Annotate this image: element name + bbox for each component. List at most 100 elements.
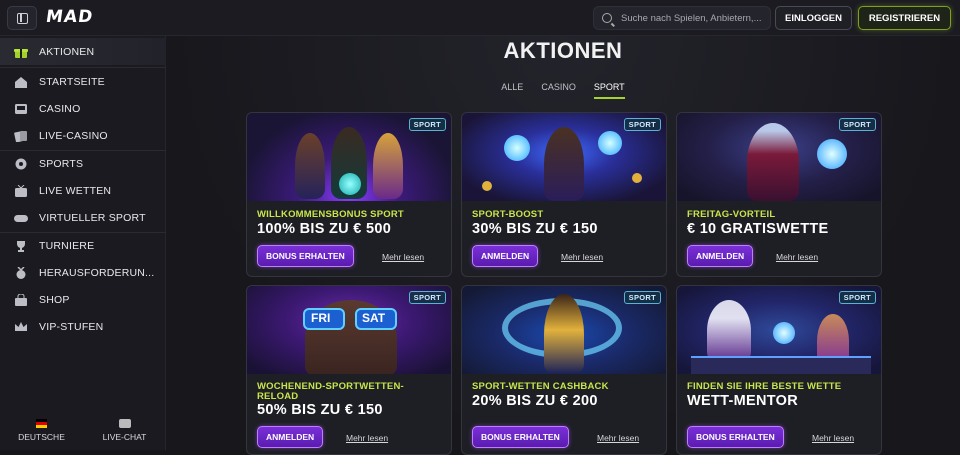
site-logo[interactable]: MAD bbox=[45, 7, 95, 27]
promo-headline: WETT-MENTOR bbox=[687, 393, 798, 409]
promo-category: WOCHENEND-SPORTWETTEN-RELOAD bbox=[257, 381, 404, 402]
promo-image: SPORT bbox=[677, 286, 881, 374]
search-box[interactable] bbox=[593, 6, 771, 30]
filter-tabs: ALLE CASINO SPORT bbox=[166, 82, 960, 99]
search-icon bbox=[602, 13, 612, 23]
sidebar-item-label: AKTIONEN bbox=[39, 45, 95, 58]
german-flag-icon bbox=[36, 418, 47, 428]
sidebar-item-live-casino[interactable]: LIVE-CASINO bbox=[0, 122, 166, 149]
main-content: AKTIONEN ALLE CASINO SPORT SPORT WILLKOM… bbox=[166, 36, 960, 455]
sidebar-footer: DEUTSCHE LIVE-CHAT bbox=[0, 410, 166, 450]
read-more-link[interactable]: Mehr lesen bbox=[812, 433, 854, 443]
sign-up-button[interactable]: ANMELDEN bbox=[687, 245, 754, 267]
promo-category: SPORT-WETTEN CASHBACK bbox=[472, 381, 609, 392]
sidebar-item-shop[interactable]: SHOP bbox=[0, 286, 166, 313]
sidebar-item-label: VIRTUELLER SPORT bbox=[39, 211, 146, 224]
soccer-ball-icon bbox=[14, 158, 28, 170]
read-more-link[interactable]: Mehr lesen bbox=[346, 433, 388, 443]
sidebar-panel-icon bbox=[17, 13, 28, 24]
promo-headline: 50% BIS ZU € 150 bbox=[257, 402, 383, 418]
promo-headline: 20% BIS ZU € 200 bbox=[472, 393, 598, 409]
promo-category: WILLKOMMENSBONUS SPORT bbox=[257, 209, 404, 220]
language-selector[interactable]: DEUTSCHE bbox=[0, 410, 83, 450]
crown-icon bbox=[14, 321, 28, 333]
live-chat-label: LIVE-CHAT bbox=[102, 431, 147, 442]
claim-bonus-button[interactable]: BONUS ERHALTEN bbox=[687, 426, 784, 448]
sidebar-item-label: CASINO bbox=[39, 102, 81, 115]
sidebar-item-label: SPORTS bbox=[39, 157, 84, 170]
sidebar-item-label: LIVE WETTEN bbox=[39, 184, 112, 197]
slot-machine-icon bbox=[14, 103, 28, 115]
sign-up-button[interactable]: ANMELDEN bbox=[472, 245, 539, 267]
language-label: DEUTSCHE bbox=[18, 431, 65, 442]
sidebar-item-label: STARTSEITE bbox=[39, 75, 105, 88]
tab-alle[interactable]: ALLE bbox=[501, 82, 523, 99]
sat-sign-text: SAT bbox=[362, 311, 386, 325]
tv-icon bbox=[14, 184, 28, 197]
sidebar-item-label: HERAUSFORDERUN... bbox=[39, 266, 155, 279]
sidebar-item-virtueller-sport[interactable]: VIRTUELLER SPORT bbox=[0, 204, 166, 231]
read-more-link[interactable]: Mehr lesen bbox=[776, 252, 818, 262]
promo-category: FREITAG-VORTEIL bbox=[687, 209, 776, 220]
page-title: AKTIONEN bbox=[503, 38, 623, 63]
sidebar-item-turniere[interactable]: TURNIERE bbox=[0, 232, 166, 259]
shop-bag-icon bbox=[14, 293, 28, 306]
claim-bonus-button[interactable]: BONUS ERHALTEN bbox=[472, 426, 569, 448]
sidebar-item-aktionen[interactable]: AKTIONEN bbox=[0, 38, 166, 65]
sidebar-item-label: VIP-STUFEN bbox=[39, 320, 104, 333]
sidebar-toggle-button[interactable] bbox=[7, 6, 37, 30]
sidebar-item-vip-stufen[interactable]: VIP-STUFEN bbox=[0, 313, 166, 340]
sidebar-item-startseite[interactable]: STARTSEITE bbox=[0, 68, 166, 95]
top-header: MAD EINLOGGEN REGISTRIEREN bbox=[0, 0, 960, 36]
chat-bubble-icon bbox=[118, 418, 131, 428]
claim-bonus-button[interactable]: BONUS ERHALTEN bbox=[257, 245, 354, 267]
fri-sign-text: FRI bbox=[311, 311, 331, 325]
sidebar-item-label: LIVE-CASINO bbox=[39, 129, 108, 142]
promo-headline: 30% BIS ZU € 150 bbox=[472, 221, 598, 237]
register-button[interactable]: REGISTRIEREN bbox=[858, 6, 951, 30]
sport-badge: SPORT bbox=[838, 291, 876, 304]
live-chat-button[interactable]: LIVE-CHAT bbox=[83, 410, 166, 450]
read-more-link[interactable]: Mehr lesen bbox=[382, 252, 424, 262]
promo-image: FRI SAT SPORT bbox=[247, 286, 451, 374]
promo-card[interactable]: SPORT WILLKOMMENSBONUS SPORT 100% BIS ZU… bbox=[246, 112, 452, 277]
promo-category: SPORT-BOOST bbox=[472, 209, 544, 220]
promo-image: SPORT bbox=[677, 113, 881, 201]
read-more-link[interactable]: Mehr lesen bbox=[561, 252, 603, 262]
promo-card[interactable]: SPORT FINDEN SIE IHRE BESTE WETTE WETT-M… bbox=[676, 285, 882, 455]
sign-up-button[interactable]: ANMELDEN bbox=[257, 426, 324, 448]
promo-headline: 100% BIS ZU € 500 bbox=[257, 221, 392, 237]
home-icon bbox=[14, 76, 28, 88]
sport-badge: SPORT bbox=[838, 118, 876, 131]
gift-icon bbox=[14, 46, 28, 58]
sport-badge: SPORT bbox=[408, 118, 446, 131]
search-input[interactable] bbox=[621, 12, 770, 24]
sport-badge: SPORT bbox=[623, 291, 661, 304]
cards-icon bbox=[14, 130, 28, 142]
sidebar-item-label: SHOP bbox=[39, 293, 70, 306]
medal-icon bbox=[14, 265, 28, 279]
tab-sport[interactable]: SPORT bbox=[593, 82, 625, 99]
sidebar-item-herausforderungen[interactable]: HERAUSFORDERUN... bbox=[0, 259, 166, 286]
sport-badge: SPORT bbox=[408, 291, 446, 304]
trophy-icon bbox=[14, 240, 28, 252]
promo-card[interactable]: SPORT SPORT-WETTEN CASHBACK 20% BIS ZU €… bbox=[461, 285, 667, 455]
tab-casino[interactable]: CASINO bbox=[541, 82, 576, 99]
login-button[interactable]: EINLOGGEN bbox=[775, 6, 852, 30]
sport-badge: SPORT bbox=[623, 118, 661, 131]
promo-card[interactable]: SPORT FREITAG-VORTEIL € 10 GRATISWETTE A… bbox=[676, 112, 882, 277]
sidebar-item-sports[interactable]: SPORTS bbox=[0, 150, 166, 177]
promo-category: FINDEN SIE IHRE BESTE WETTE bbox=[687, 381, 842, 392]
promo-headline: € 10 GRATISWETTE bbox=[687, 221, 829, 237]
sidebar: AKTIONEN STARTSEITE CASINO LIVE-CASINO S… bbox=[0, 36, 166, 450]
promo-image: SPORT bbox=[247, 113, 451, 201]
promo-image: SPORT bbox=[462, 113, 666, 201]
sidebar-item-label: TURNIERE bbox=[39, 239, 95, 252]
promo-image: SPORT bbox=[462, 286, 666, 374]
promo-card[interactable]: SPORT SPORT-BOOST 30% BIS ZU € 150 ANMEL… bbox=[461, 112, 667, 277]
gamepad-icon bbox=[14, 212, 28, 224]
read-more-link[interactable]: Mehr lesen bbox=[597, 433, 639, 443]
sidebar-item-live-wetten[interactable]: LIVE WETTEN bbox=[0, 177, 166, 204]
sidebar-item-casino[interactable]: CASINO bbox=[0, 95, 166, 122]
promo-card[interactable]: FRI SAT SPORT WOCHENEND-SPORTWETTEN-RELO… bbox=[246, 285, 452, 455]
